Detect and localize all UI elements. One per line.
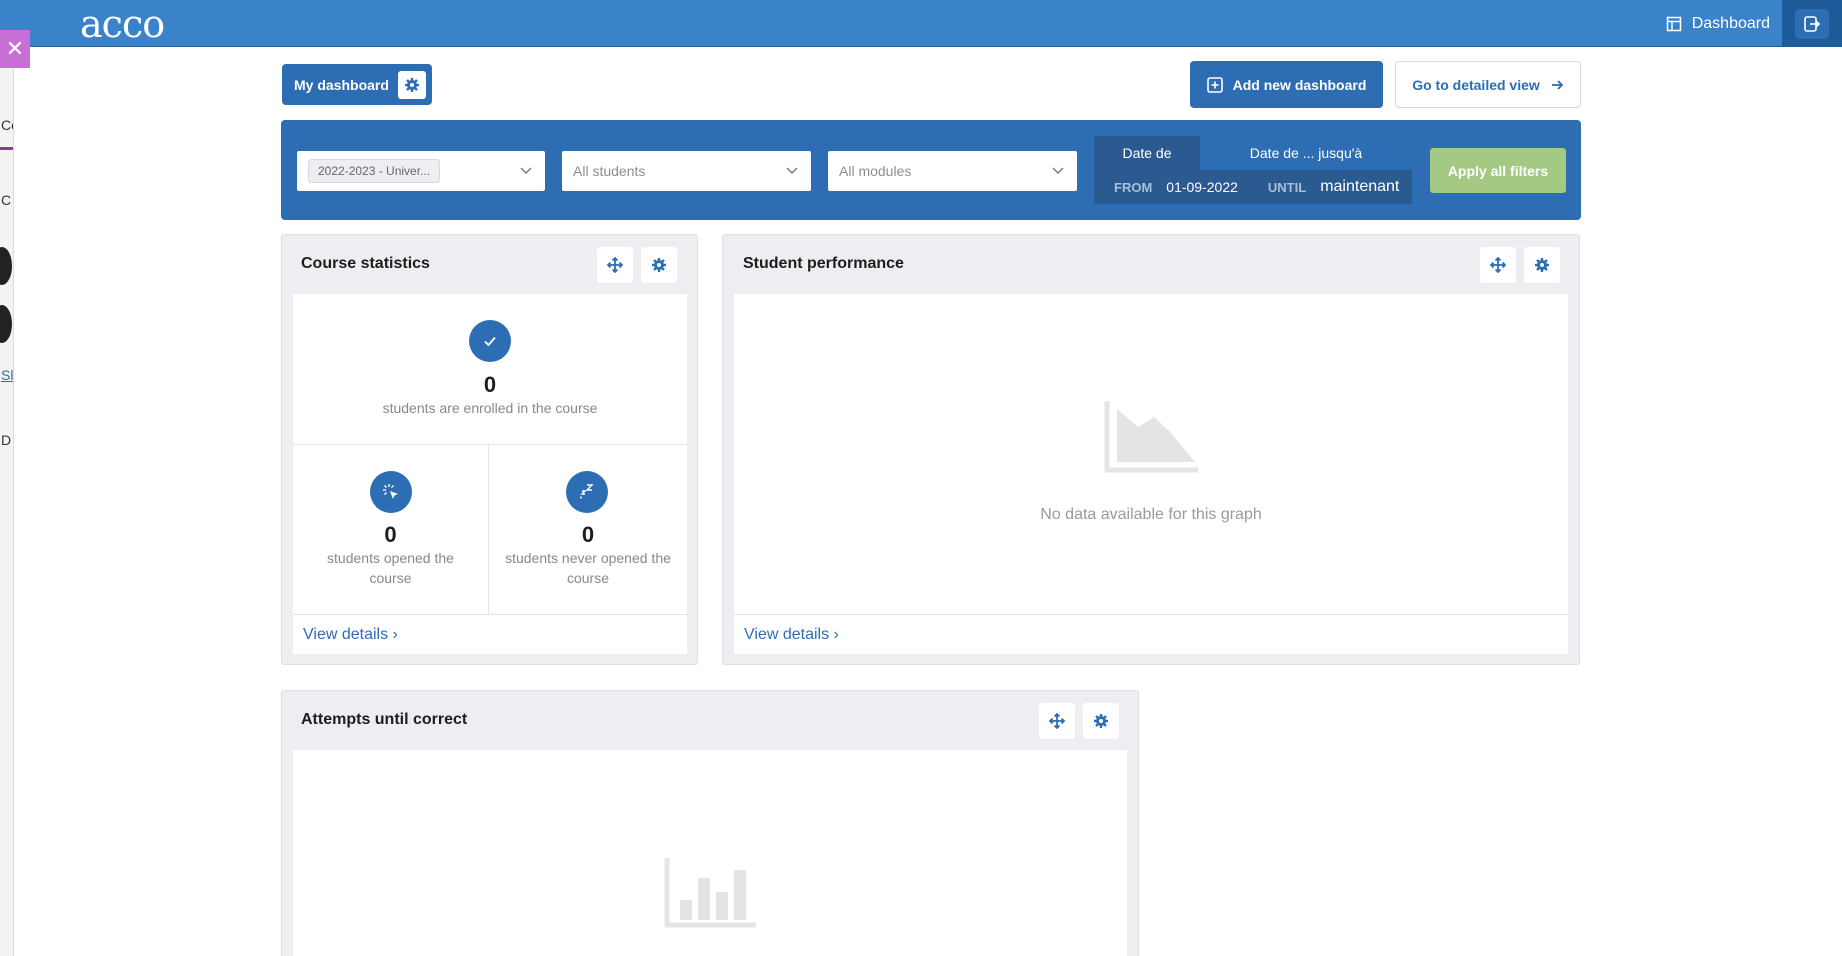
panel-fragment: Co (1, 117, 13, 133)
modules-select-value: All modules (839, 163, 912, 179)
detailed-view-button[interactable]: Go to detailed view (1395, 61, 1581, 108)
chevron-down-icon (1052, 167, 1064, 175)
detailed-view-label: Go to detailed view (1412, 76, 1540, 93)
layout-icon (1666, 16, 1681, 31)
move-icon (607, 257, 623, 273)
plus-square-icon (1206, 76, 1223, 93)
logo: acco (80, 2, 165, 46)
logout-button[interactable] (1782, 0, 1842, 47)
add-dashboard-label: Add new dashboard (1232, 76, 1367, 93)
close-panel-button[interactable]: ✕ (0, 30, 30, 68)
logout-icon (1795, 8, 1829, 39)
panel-link[interactable]: Sl (1, 367, 13, 383)
divider (293, 614, 687, 615)
arrow-right-icon (1551, 79, 1564, 90)
modules-select[interactable]: All modules (828, 151, 1077, 191)
widget-body: No data available for this graph View de… (734, 294, 1568, 654)
year-chip: 2022-2023 - Univer... (308, 159, 441, 183)
page: acco Dashboard Co C Sl D ✕ My dashboard … (0, 0, 1842, 956)
widget-body (293, 750, 1127, 956)
until-date-input[interactable]: maintenant (1320, 178, 1399, 196)
date-range-tab[interactable]: Date de ... jusqu'à (1200, 136, 1412, 170)
avatar (0, 305, 12, 343)
gear-icon (1535, 258, 1549, 272)
move-widget-button[interactable] (597, 247, 633, 283)
students-select-value: All students (573, 163, 646, 179)
nav-dashboard-link[interactable]: Dashboard (1666, 0, 1770, 47)
move-widget-button[interactable] (1039, 703, 1075, 739)
divider (293, 444, 687, 445)
from-label: FROM (1114, 179, 1153, 195)
area-chart-icon (1104, 401, 1198, 473)
widget-title: Course statistics (301, 255, 430, 272)
date-values-row: FROM 01-09-2022 UNTIL maintenant (1094, 170, 1412, 204)
date-range-filter: Date de Date de ... jusqu'à FROM 01-09-2… (1094, 136, 1412, 204)
view-details-link[interactable]: View details › (744, 626, 839, 644)
filter-bar: 2022-2023 - Univer... All students All m… (281, 120, 1581, 220)
my-dashboard-label: My dashboard (294, 76, 389, 93)
view-details-link[interactable]: View details › (303, 626, 398, 644)
panel-fragment: D (1, 432, 12, 448)
enrolled-count: 0 (483, 372, 497, 397)
gear-icon (1094, 714, 1108, 728)
close-icon: ✕ (5, 36, 25, 61)
from-date-input[interactable]: 01-09-2022 (1166, 179, 1238, 195)
widget-settings-button[interactable] (1083, 703, 1119, 739)
never-opened-text: students never opened the course (505, 550, 671, 586)
gear-icon (652, 258, 666, 272)
check-icon (469, 320, 511, 362)
dashboard-settings-button[interactable] (398, 71, 426, 99)
never-opened-count: 0 (581, 522, 595, 547)
widget-title: Attempts until correct (301, 711, 468, 728)
add-dashboard-button[interactable]: Add new dashboard (1190, 61, 1383, 108)
apply-filters-button[interactable]: Apply all filters (1430, 148, 1566, 193)
panel-accent (0, 147, 13, 150)
no-data-message: No data available for this graph (1040, 506, 1262, 523)
move-widget-button[interactable] (1480, 247, 1516, 283)
course-statistics-widget: Course statistics 0 students are enrolle… (281, 234, 698, 665)
widget-settings-button[interactable] (1524, 247, 1560, 283)
sleep-icon (566, 471, 608, 513)
divider (734, 614, 1568, 615)
nav-dashboard-label: Dashboard (1691, 14, 1770, 32)
gear-icon (405, 78, 419, 92)
widget-body: 0 students are enrolled in the course 0 … (293, 294, 687, 654)
my-dashboard-button[interactable]: My dashboard (282, 64, 432, 105)
avatar (0, 247, 12, 285)
until-label: UNTIL (1267, 179, 1307, 195)
opened-text: students opened the course (327, 550, 454, 586)
move-icon (1049, 713, 1065, 729)
bar-chart-icon (664, 858, 756, 928)
top-bar: acco Dashboard (0, 0, 1842, 47)
year-select[interactable]: 2022-2023 - Univer... (297, 151, 545, 191)
opened-count: 0 (384, 522, 397, 547)
widget-settings-button[interactable] (641, 247, 677, 283)
chevron-down-icon (786, 167, 798, 175)
widget-title: Student performance (743, 255, 904, 272)
move-icon (1490, 257, 1506, 273)
left-side-panel: Co C Sl D (0, 47, 14, 956)
attempts-until-correct-widget: Attempts until correct (281, 690, 1139, 956)
students-select[interactable]: All students (562, 151, 811, 191)
cursor-click-icon (370, 471, 412, 513)
enrolled-text: students are enrolled in the course (382, 400, 598, 416)
chevron-down-icon (520, 167, 532, 175)
panel-fragment: C (1, 192, 12, 208)
date-from-tab[interactable]: Date de (1094, 136, 1200, 170)
student-performance-widget: Student performance No data available fo… (722, 234, 1580, 665)
